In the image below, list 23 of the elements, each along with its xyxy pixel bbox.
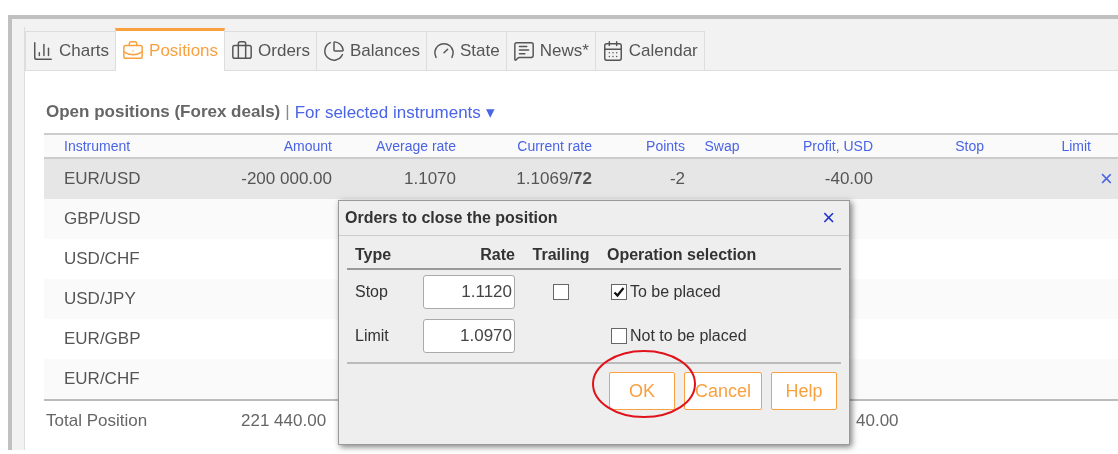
- current-rate-cell-text: 1.1069/72: [515, 169, 592, 189]
- dialog-column-header: Trailing: [531, 246, 591, 264]
- section-title: Open positions (Forex deals): [46, 102, 281, 122]
- order-type: Limit: [355, 327, 390, 345]
- dialog-column-header: Operation selection: [607, 246, 758, 264]
- total-profit: 40.00: [856, 411, 899, 431]
- amount-cell-text: -200 000.00: [240, 169, 332, 189]
- average-rate-cell-text: 1.1070: [403, 169, 456, 189]
- instrument-cell-text: USD/CHF: [63, 249, 141, 269]
- order-type: Stop: [355, 283, 389, 301]
- instrument-cell-text: GBP/USD: [63, 209, 142, 229]
- dialog-column-header: Type: [355, 246, 393, 264]
- dialog-title: Orders to close the position: [345, 209, 558, 227]
- instrument-cell-text: EUR/GBP: [63, 329, 142, 349]
- instrument-cell-text: USD/JPY: [63, 289, 137, 309]
- total-label: Total Position: [45, 411, 149, 431]
- points-cell-text: -2: [668, 169, 685, 189]
- dialog-column-header: Rate: [479, 246, 515, 264]
- instrument-cell-text: EUR/USD: [63, 169, 142, 189]
- profit-cell-text: -40.00: [823, 169, 873, 189]
- instrument-cell-text: EUR/CHF: [63, 369, 141, 389]
- total-amount: 221 440.00: [241, 411, 328, 431]
- separator: |: [285, 102, 290, 122]
